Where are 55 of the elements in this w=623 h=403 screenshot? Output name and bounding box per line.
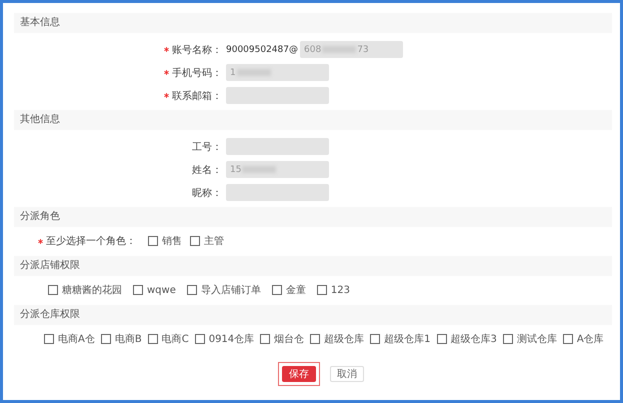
cancel-button[interactable]: 取消 — [330, 366, 364, 382]
input-field[interactable] — [226, 138, 329, 155]
checkbox-label: 123 — [330, 284, 350, 296]
save-button[interactable]: 保存 — [282, 366, 316, 382]
input-field[interactable]: 1 — [226, 64, 329, 81]
field-label: 姓名： — [192, 164, 222, 176]
section-header: 分派店铺权限 — [14, 256, 612, 276]
checkbox[interactable] — [194, 334, 205, 344]
field-label: 手机号码： — [172, 66, 222, 80]
field-label: 联系邮箱： — [172, 90, 222, 102]
checkbox-label: 超级仓库1 — [384, 332, 431, 346]
section-header: 基本信息 — [14, 13, 612, 33]
checkbox[interactable] — [148, 236, 158, 246]
checkbox-label: 主管 — [204, 234, 224, 248]
account-prefix: 90009502487@ — [226, 44, 298, 54]
checkbox-label: 0914仓库 — [208, 332, 254, 346]
checkbox[interactable] — [148, 334, 158, 344]
checkbox[interactable] — [502, 334, 513, 344]
field-label: 昵称： — [192, 186, 222, 200]
input-field[interactable]: 15 — [226, 161, 329, 178]
checkbox[interactable] — [310, 334, 320, 344]
checkbox-label: 电商B — [114, 332, 142, 346]
checkbox-label: 超级仓库3 — [450, 332, 497, 346]
checkbox[interactable] — [260, 334, 270, 344]
field-label: 至少选择一个角色： — [46, 234, 136, 248]
field-label: 工号： — [192, 140, 222, 154]
checkbox[interactable] — [370, 334, 380, 344]
checkbox-label: 金童 — [286, 284, 306, 297]
checkbox-label: 烟台仓 — [274, 332, 304, 346]
checkbox-label: 超级仓库 — [324, 332, 364, 346]
field-label: 账号名称： — [172, 44, 222, 56]
checkbox[interactable] — [100, 334, 111, 344]
checkbox-label: 糖糖酱的花园 — [62, 284, 122, 297]
checkbox-label: 电商A仓 — [58, 332, 95, 346]
checkbox-label: 电商C — [162, 332, 189, 346]
checkbox-label: 销售 — [162, 235, 182, 248]
input-field[interactable]: 608 73 — [300, 41, 403, 58]
section-header: 其他信息 — [14, 110, 612, 130]
section-header: 分派仓库权限 — [14, 305, 612, 325]
checkbox[interactable] — [316, 285, 327, 295]
checkbox[interactable] — [48, 285, 58, 295]
checkbox[interactable] — [44, 334, 54, 344]
input-field[interactable] — [226, 184, 329, 201]
checkbox[interactable] — [190, 236, 200, 246]
checkbox[interactable] — [186, 285, 197, 295]
checkbox-label: 导入店铺订单 — [200, 284, 261, 297]
input-field[interactable] — [226, 87, 329, 104]
checkbox[interactable] — [436, 334, 447, 344]
checkbox[interactable] — [272, 285, 282, 295]
checkbox-label: 测试仓库 — [516, 332, 557, 346]
checkbox-label: wqwe — [147, 284, 176, 296]
checkbox[interactable] — [562, 334, 573, 344]
checkbox-label: A仓库 — [576, 332, 604, 346]
section-header: 分派角色 — [14, 207, 612, 227]
checkbox[interactable] — [133, 285, 143, 295]
